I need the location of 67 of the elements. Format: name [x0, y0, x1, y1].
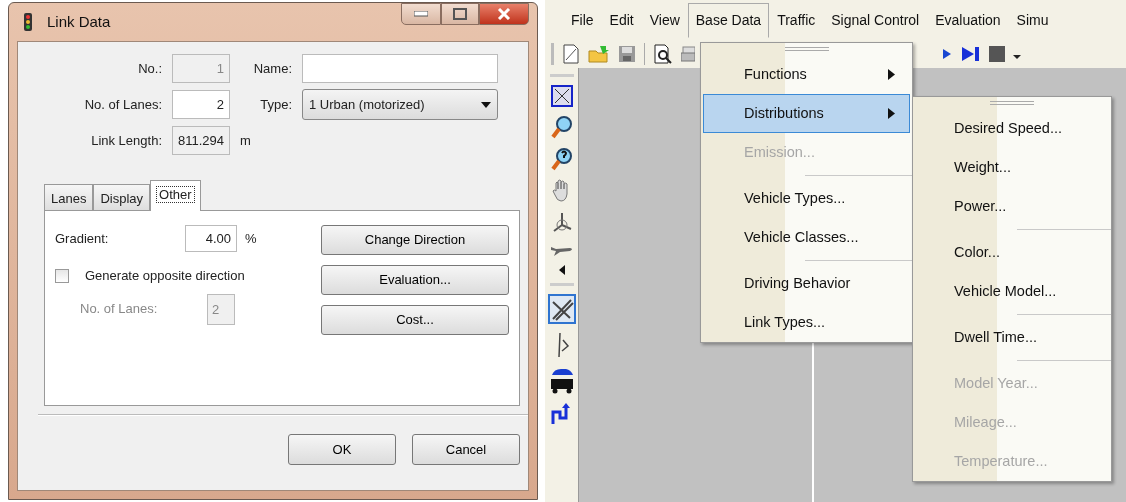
- menu-item[interactable]: Dwell Time...: [915, 318, 1109, 357]
- menu-item[interactable]: Vehicle Classes...: [703, 218, 910, 257]
- tab[interactable]: Other: [150, 180, 201, 211]
- menu-item[interactable]: Weight...: [915, 148, 1109, 187]
- save-icon[interactable]: [618, 45, 636, 63]
- submenu-arrow-icon: [888, 108, 895, 119]
- field-label: Link Length:: [90, 131, 162, 150]
- menu-item[interactable]: Functions: [703, 55, 910, 94]
- close-button[interactable]: [479, 3, 529, 25]
- action-button[interactable]: Change Direction: [321, 225, 509, 255]
- window-title: Link Data: [47, 11, 111, 32]
- dialog-button[interactable]: Cancel: [412, 434, 520, 465]
- menu-item[interactable]: Evaluation: [927, 2, 1009, 38]
- step-forward-icon[interactable]: [961, 45, 981, 63]
- tab[interactable]: Display: [93, 184, 151, 210]
- toolbar-grip-icon: [549, 283, 574, 286]
- field-label: No. of Lanes:: [83, 95, 162, 114]
- menu-item[interactable]: Base Data: [687, 2, 770, 38]
- menu-item[interactable]: Driving Behavior: [703, 264, 910, 303]
- menu-item[interactable]: Signal Control: [823, 2, 928, 38]
- menu-item[interactable]: Color...: [915, 233, 1109, 272]
- menu-item[interactable]: Link Types...: [703, 303, 910, 342]
- maximize-icon: [453, 8, 467, 20]
- network-view-icon[interactable]: [550, 85, 573, 107]
- menu-item[interactable]: View: [641, 2, 688, 38]
- input-field[interactable]: 4.00: [185, 225, 237, 252]
- action-button[interactable]: Cost...: [321, 305, 509, 335]
- menu-item[interactable]: Simu: [1008, 2, 1057, 38]
- menu-item[interactable]: Power...: [915, 187, 1109, 226]
- printer-icon[interactable]: [681, 45, 695, 63]
- submenu-arrow-icon: [888, 69, 895, 80]
- tab[interactable]: Lanes: [44, 184, 94, 210]
- menu-item[interactable]: Distributions: [703, 94, 910, 133]
- minimize-icon: [414, 11, 428, 17]
- zoom-icon[interactable]: [550, 115, 573, 139]
- menu-item[interactable]: Desired Speed...: [915, 109, 1109, 148]
- menu-item[interactable]: Traffic: [769, 2, 824, 38]
- menu-item[interactable]: Edit: [601, 2, 642, 38]
- caret-icon: [481, 101, 491, 108]
- maximize-button[interactable]: [441, 3, 479, 25]
- unit-label: m: [240, 131, 252, 150]
- dialog-button[interactable]: OK: [288, 434, 396, 465]
- toolbar-grip-icon: [551, 43, 554, 65]
- field-label: No.:: [137, 59, 162, 78]
- checkbox[interactable]: [55, 268, 69, 283]
- menu-item[interactable]: Vehicle Model...: [915, 272, 1109, 311]
- input-field[interactable]: [302, 54, 498, 83]
- close-icon: [497, 8, 511, 20]
- print-preview-icon[interactable]: [653, 44, 673, 64]
- new-file-icon[interactable]: [562, 44, 580, 64]
- field-label: Name:: [252, 59, 292, 78]
- field-label: Gradient:: [55, 229, 110, 248]
- vehicles-icon[interactable]: [548, 366, 575, 394]
- menu-item[interactable]: File: [563, 2, 602, 38]
- collapse-arrow-icon[interactable]: [558, 265, 565, 275]
- toolbar-grip-icon: [549, 74, 574, 77]
- field-label: Type:: [259, 95, 292, 114]
- menu-item[interactable]: Vehicle Types...: [703, 179, 910, 218]
- field-label: No. of Lanes:: [80, 300, 159, 319]
- zoom-help-icon[interactable]: [550, 147, 573, 171]
- link-tool-icon[interactable]: [547, 294, 576, 324]
- unit-label: %: [245, 229, 257, 248]
- input-field[interactable]: 2: [172, 90, 230, 119]
- action-button[interactable]: Evaluation...: [321, 265, 509, 295]
- minimize-button[interactable]: [401, 3, 441, 25]
- checkbox-label: Generate opposite direction: [85, 267, 245, 285]
- type-dropdown[interactable]: 1 Urban (motorized): [302, 89, 498, 120]
